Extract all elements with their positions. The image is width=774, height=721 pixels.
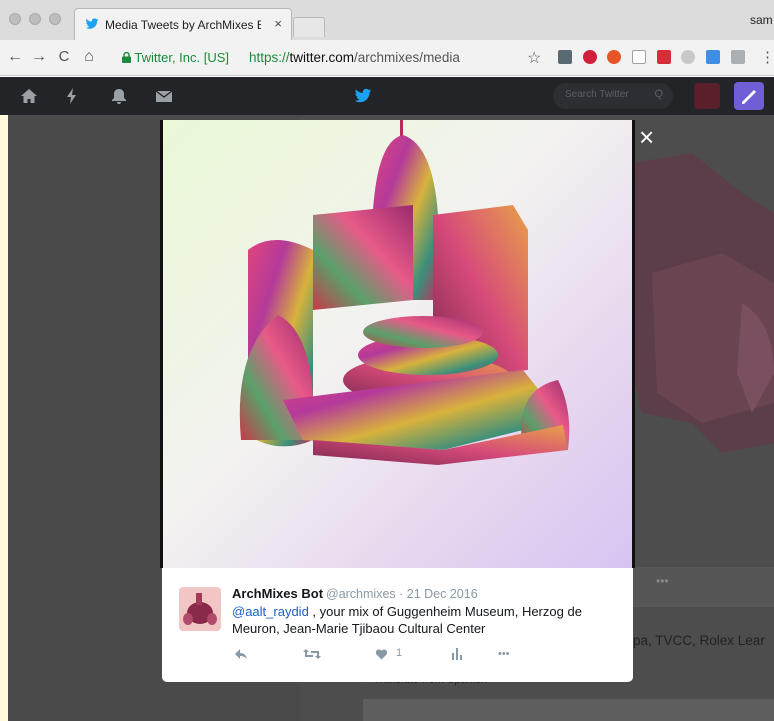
tweet-actions: 1 ••• (232, 646, 562, 664)
tab-title: Media Tweets by ArchMixes Bo (105, 18, 261, 32)
url-path: /archmixes/media (354, 50, 460, 65)
retweet-icon[interactable] (303, 648, 321, 660)
search-placeholder: Search Twitter (565, 89, 629, 100)
pinterest-icon[interactable] (583, 50, 597, 64)
reply-icon[interactable] (234, 648, 248, 660)
forward-icon[interactable]: → (30, 48, 48, 66)
home-nav-icon[interactable] (20, 87, 38, 105)
media-frame-right (632, 120, 635, 568)
media-image[interactable] (163, 120, 632, 568)
address-field[interactable]: Twitter, Inc. [US] https://twitter.com/a… (116, 45, 556, 71)
background-tweet-text: pa, TVCC, Rolex Lear (633, 633, 765, 648)
twitter-page: Search Twitter Q ••• pa, TVCC, Rolex Lea… (0, 77, 774, 721)
browser-tab-active[interactable]: Media Tweets by ArchMixes Bo × (74, 8, 292, 40)
like-heart-icon[interactable] (375, 648, 388, 660)
background-media-thumbnail (632, 153, 774, 453)
tab-close-icon[interactable]: × (274, 16, 282, 31)
back-icon[interactable]: ← (6, 48, 24, 66)
cloud-icon[interactable] (681, 50, 695, 64)
secure-lock-label: Twitter, Inc. [US] (122, 50, 229, 65)
secure-org-text: Twitter, Inc. [US] (134, 50, 230, 65)
archmix-3d-render (239, 120, 570, 465)
search-icon[interactable]: Q (654, 88, 663, 100)
tweet-card[interactable]: ArchMixes Bot @archmixes · 21 Dec 2016 @… (162, 568, 633, 682)
bookmark-star-icon[interactable]: ☆ (527, 48, 541, 68)
photo-extension-icon[interactable] (706, 50, 720, 64)
background-more-icon: ••• (656, 574, 669, 588)
close-window-button[interactable] (9, 13, 21, 25)
archmixes-avatar-image (183, 593, 217, 625)
account-avatar[interactable] (694, 83, 720, 109)
compose-quill-icon (742, 90, 756, 104)
background-reply-box (363, 699, 774, 721)
browser-titlebar: Media Tweets by ArchMixes Bo × sam (0, 0, 774, 40)
minimize-window-button[interactable] (29, 13, 41, 25)
reload-icon[interactable]: C (55, 48, 73, 65)
twitter-top-nav: Search Twitter Q (0, 77, 774, 115)
profile-name[interactable]: sam (750, 13, 774, 27)
menu-kebab-icon[interactable]: ⋮ (760, 48, 774, 66)
new-tab-button[interactable] (293, 17, 325, 37)
extension-typeface-icon[interactable] (558, 50, 572, 64)
compose-tweet-button[interactable] (734, 82, 764, 110)
url-scheme: https:// (249, 50, 290, 65)
moments-lightning-icon[interactable] (63, 87, 81, 105)
more-options-icon[interactable]: ••• (498, 648, 510, 660)
home-icon[interactable]: ⌂ (80, 48, 98, 66)
reader-icon[interactable] (632, 50, 646, 64)
tweet-text: @aalt_raydid , your mix of Guggenheim Mu… (232, 603, 622, 637)
analytics-icon[interactable] (451, 647, 463, 660)
browser-toolbar: ← → C ⌂ Twitter, Inc. [US] https://twitt… (0, 40, 774, 76)
zoom-window-button[interactable] (49, 13, 61, 25)
notifications-bell-icon[interactable] (110, 87, 128, 105)
messages-envelope-icon[interactable] (155, 87, 173, 105)
tweet-handle-date[interactable]: @archmixes · 21 Dec 2016 (326, 587, 478, 601)
opera-icon[interactable] (607, 50, 621, 64)
twitter-search-input[interactable]: Search Twitter Q (553, 83, 673, 109)
extension-bars-icon[interactable] (657, 50, 671, 64)
window-edge-strip (0, 115, 8, 721)
tweet-mention-link[interactable]: @aalt_raydid (232, 604, 309, 619)
url-text: https://twitter.com/archmixes/media (249, 50, 460, 65)
url-host: twitter.com (289, 50, 355, 65)
like-count: 1 (396, 647, 403, 659)
camera-icon[interactable] (731, 50, 745, 64)
twitter-bird-icon (85, 18, 99, 29)
tweet-author-name[interactable]: ArchMixes Bot (232, 586, 323, 601)
twitter-logo-icon[interactable] (354, 87, 372, 105)
lock-icon (122, 51, 131, 63)
close-media-icon[interactable]: × (639, 124, 654, 150)
tweet-avatar[interactable] (179, 587, 221, 631)
